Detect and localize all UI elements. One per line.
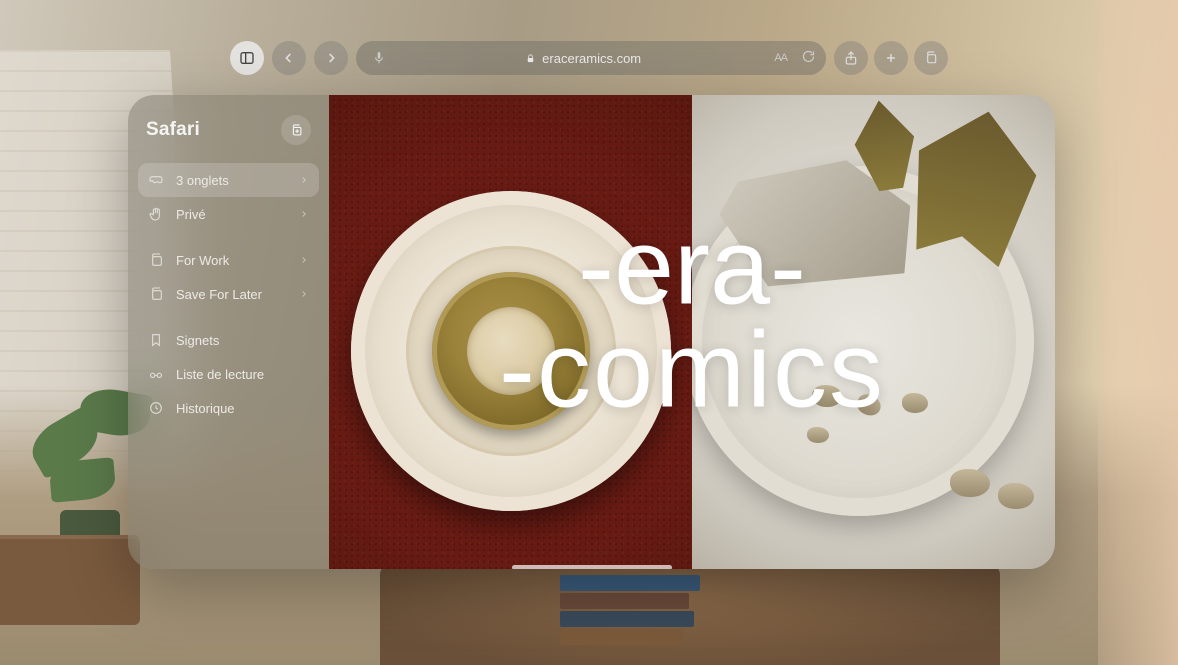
sidebar-item-save-for-later[interactable]: Save For Later — [138, 277, 319, 311]
glasses-icon — [148, 366, 164, 382]
sidebar-item-privé[interactable]: Privé — [138, 197, 319, 231]
lock-icon — [525, 53, 536, 64]
goggles-icon — [148, 172, 164, 188]
share-button[interactable] — [834, 41, 868, 75]
address-bar[interactable]: eraceramics.com AA — [356, 41, 826, 75]
curtain-decor — [1098, 0, 1178, 665]
home-indicator[interactable] — [512, 565, 672, 569]
tabs-overview-button[interactable] — [914, 41, 948, 75]
sidebar-toggle-button[interactable] — [230, 41, 264, 75]
reader-aa-button[interactable]: AA — [774, 52, 787, 64]
browser-window: Safari 3 onglets Privé For Work Save For La… — [128, 95, 1055, 569]
sidebar: Safari 3 onglets Privé For Work Save For La… — [128, 95, 329, 569]
sidebar-item-signets[interactable]: Signets — [138, 323, 319, 357]
sidebar-item-label: For Work — [176, 253, 229, 268]
sidebar-item-label: 3 onglets — [176, 173, 229, 188]
forward-button[interactable] — [314, 41, 348, 75]
reload-button[interactable] — [801, 49, 816, 67]
sidebar-item-label: Privé — [176, 207, 206, 222]
address-url: eraceramics.com — [392, 51, 774, 66]
hero-right-panel — [692, 95, 1055, 569]
sideboard-decor — [0, 535, 140, 625]
clock-icon — [148, 400, 164, 416]
new-tab-group-button[interactable] — [281, 115, 311, 145]
sidebar-item-label: Signets — [176, 333, 219, 348]
sidebar-item-label: Liste de lecture — [176, 367, 264, 382]
sidebar-item-3-onglets[interactable]: 3 onglets — [138, 163, 319, 197]
browser-toolbar: eraceramics.com AA — [230, 38, 948, 78]
new-tab-button[interactable] — [874, 41, 908, 75]
chevron-right-icon — [299, 287, 309, 302]
hero-left-panel — [329, 95, 692, 569]
sidebar-item-liste-de-lecture[interactable]: Liste de lecture — [138, 357, 319, 391]
sidebar-item-for-work[interactable]: For Work — [138, 243, 319, 277]
plate-image — [351, 191, 671, 511]
chevron-right-icon — [299, 173, 309, 188]
sidebar-item-label: Historique — [176, 401, 235, 416]
plant-decor — [20, 380, 140, 560]
books-decor — [560, 575, 700, 645]
chevron-right-icon — [299, 207, 309, 222]
tabs-icon — [148, 252, 164, 268]
sidebar-item-label: Save For Later — [176, 287, 262, 302]
tabs-icon — [148, 286, 164, 302]
chevron-right-icon — [299, 253, 309, 268]
hand-icon — [148, 206, 164, 222]
microphone-icon[interactable] — [366, 50, 392, 66]
sidebar-title: Safari — [146, 119, 200, 141]
bookmark-icon — [148, 332, 164, 348]
sidebar-header: Safari — [138, 111, 319, 163]
page-content[interactable]: -era- -comics — [329, 95, 1055, 569]
url-text: eraceramics.com — [542, 51, 641, 66]
sidebar-item-historique[interactable]: Historique — [138, 391, 319, 425]
back-button[interactable] — [272, 41, 306, 75]
